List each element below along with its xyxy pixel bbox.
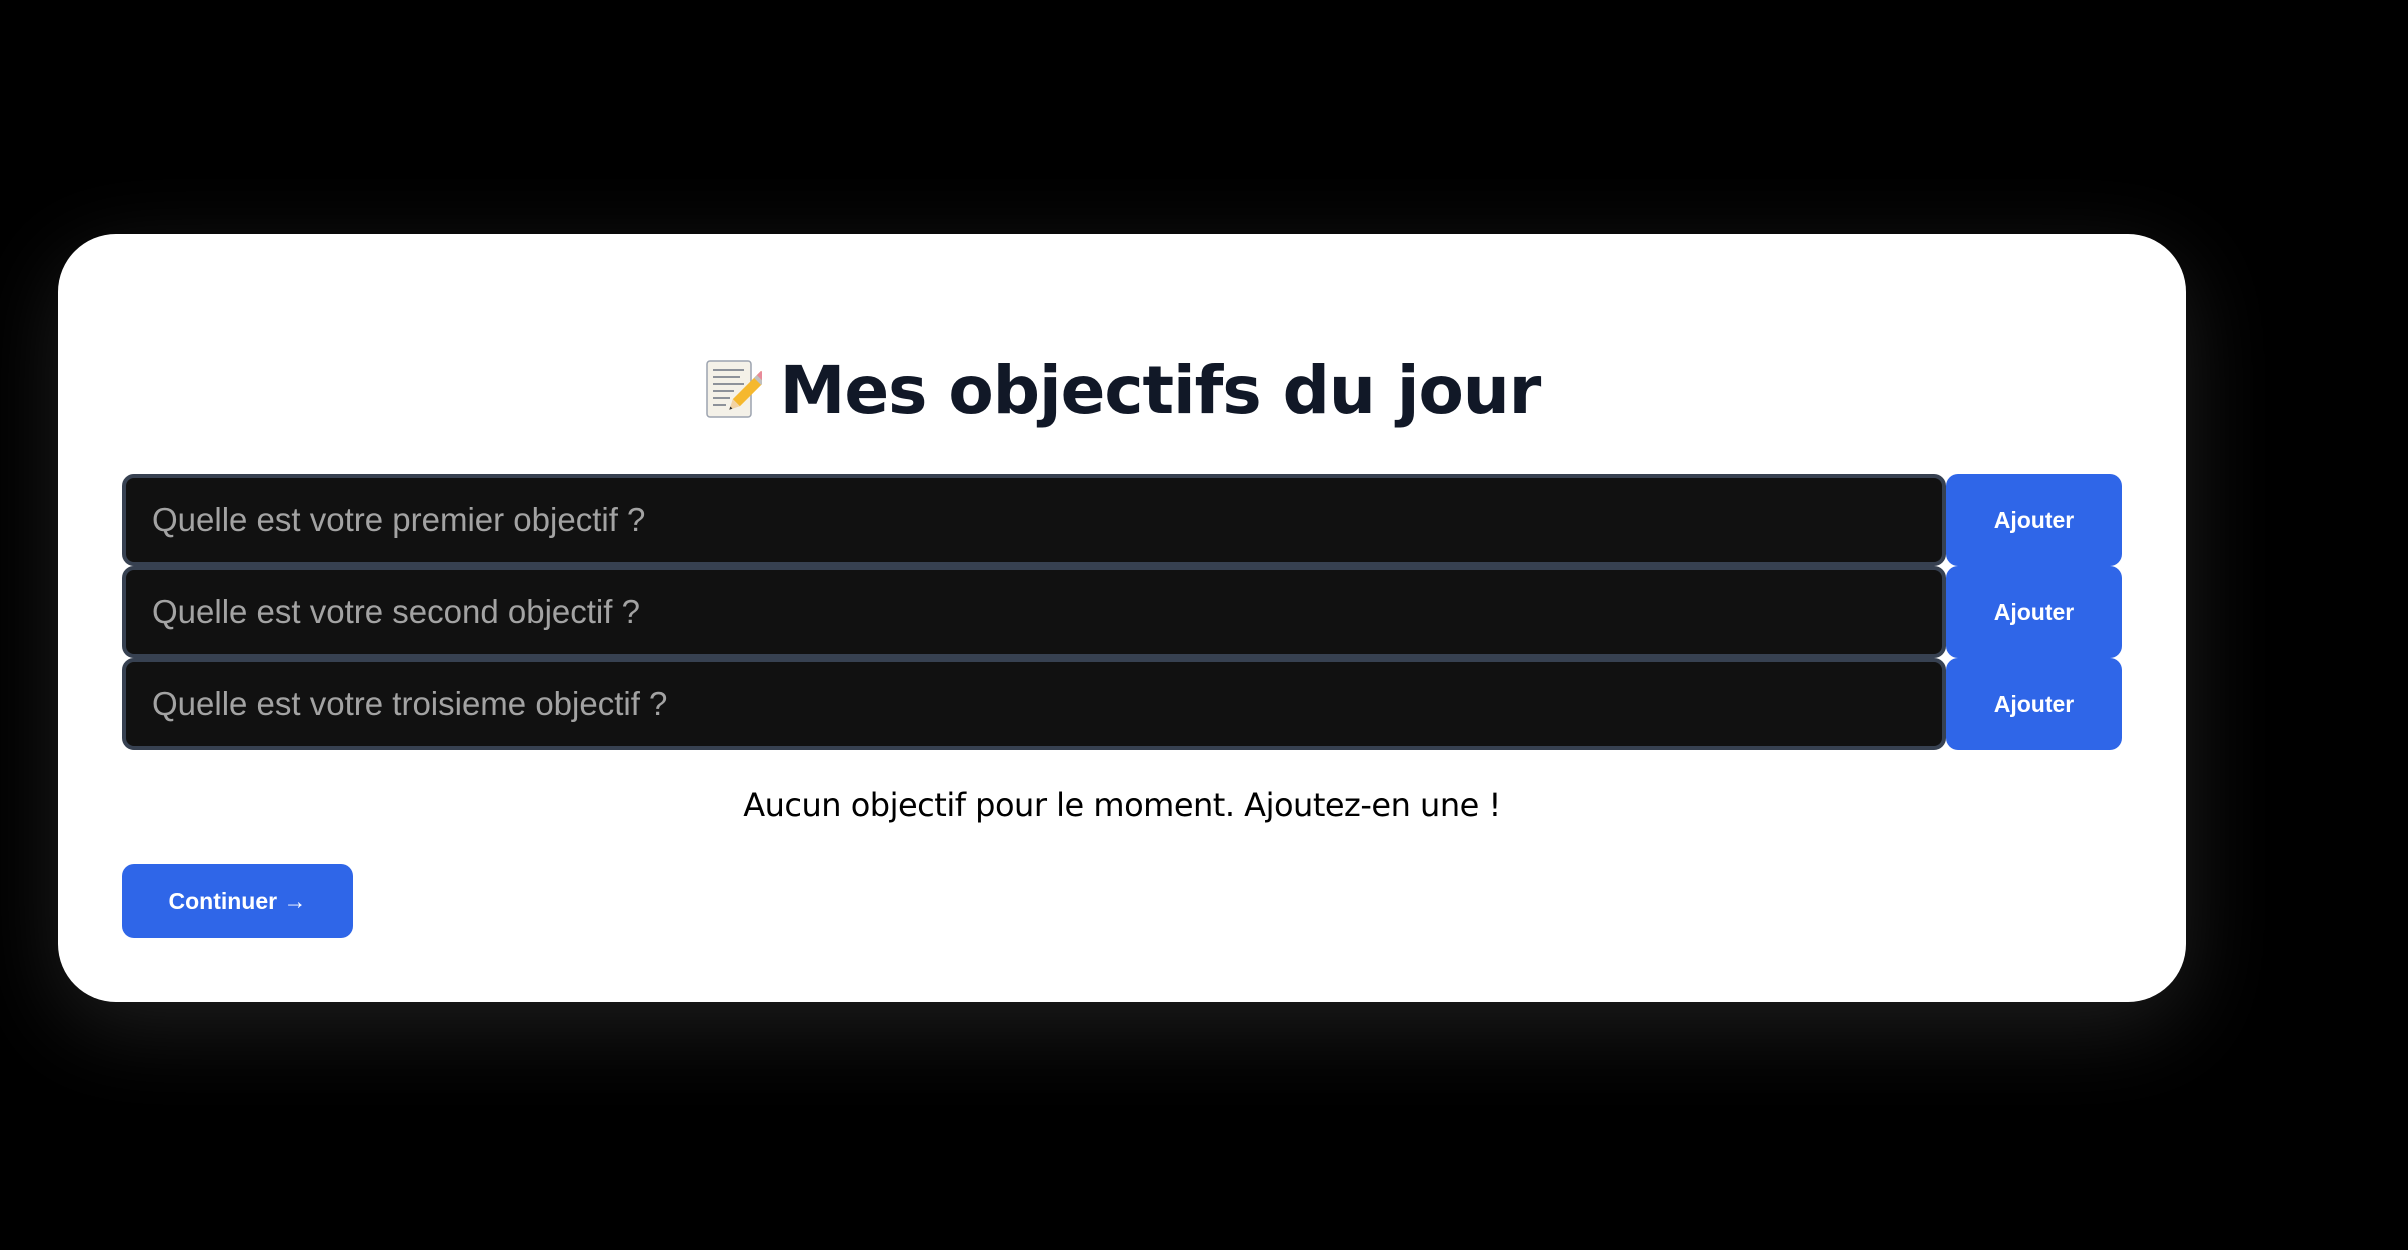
- goal-row-3: Ajouter: [122, 658, 2122, 750]
- goal-input-3[interactable]: [122, 658, 1946, 750]
- add-goal-1-button[interactable]: Ajouter: [1946, 474, 2122, 566]
- goal-input-1[interactable]: [122, 474, 1946, 566]
- add-goal-2-button[interactable]: Ajouter: [1946, 566, 2122, 658]
- goal-input-2[interactable]: [122, 566, 1946, 658]
- goal-row-2: Ajouter: [122, 566, 2122, 658]
- continue-button[interactable]: Continuer →: [122, 864, 353, 938]
- goals-card: Mes objectifs du jour Ajouter Ajouter Aj…: [58, 234, 2186, 1002]
- empty-state-message: Aucun objectif pour le moment. Ajoutez-e…: [743, 786, 1501, 824]
- memo-pencil-icon: [704, 359, 768, 421]
- add-goal-3-button[interactable]: Ajouter: [1946, 658, 2122, 750]
- page-title: Mes objectifs du jour: [58, 352, 2186, 429]
- goal-row-1: Ajouter: [122, 474, 2122, 566]
- page-title-text: Mes objectifs du jour: [779, 352, 1542, 429]
